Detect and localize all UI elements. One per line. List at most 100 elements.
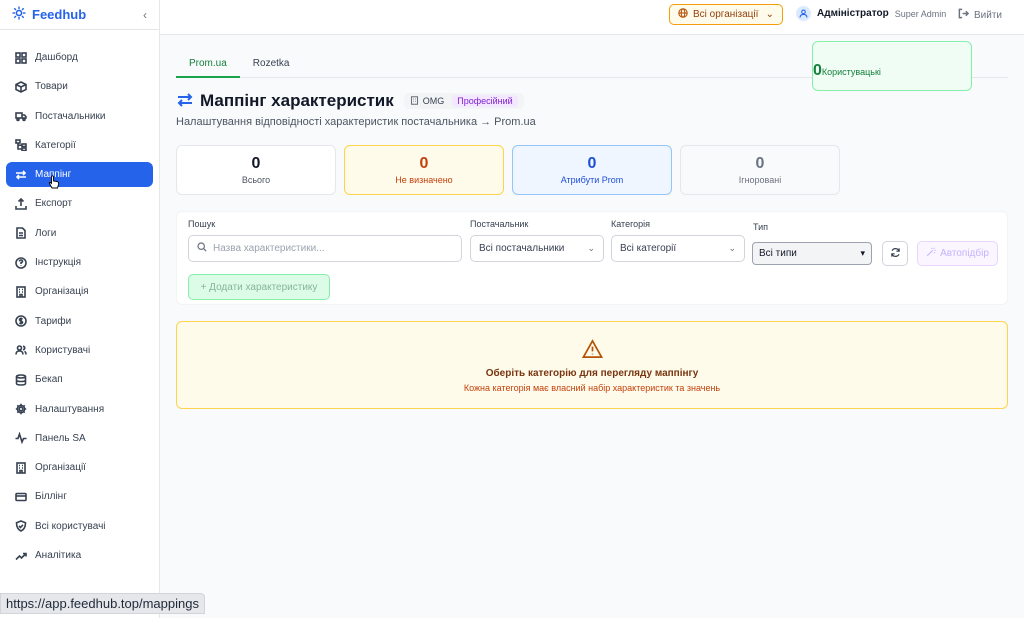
building-icon	[14, 285, 27, 298]
stat-value: 0	[419, 155, 429, 172]
type-select[interactable]: Всі типи ▾	[752, 242, 872, 265]
stat-value: 0	[755, 155, 765, 172]
dollar-circle-icon	[14, 315, 27, 328]
sidebar-item-all-users[interactable]: Всі користувачі	[6, 514, 153, 539]
logout-icon	[958, 8, 974, 22]
page-header: Маппінг характеристик OMG Професійний	[176, 91, 1008, 111]
sidebar-item-products[interactable]: Товари	[6, 74, 153, 99]
help-circle-icon	[14, 256, 27, 269]
page-title: Маппінг характеристик	[200, 91, 394, 110]
supplier-select[interactable]: Всі постачальники ⌄	[470, 235, 604, 262]
sidebar-item-users[interactable]: Користувачі	[6, 338, 153, 363]
sidebar-item-label: Інструкція	[35, 257, 82, 269]
stat-value: 0	[587, 155, 597, 172]
org-badge-name: OMG	[422, 96, 445, 106]
supplier-label: Постачальник	[470, 219, 529, 229]
browser-status-url: https://app.feedhub.top/mappings	[0, 593, 205, 614]
auto-match-label: Автопідбір	[940, 248, 989, 259]
plan-badge: Професійний	[452, 95, 518, 107]
sidebar-item-organizations[interactable]: Організації	[6, 455, 153, 480]
arrows-swap-icon	[176, 91, 194, 112]
sidebar-item-instructions[interactable]: Інструкція	[6, 250, 153, 275]
supplier-select-value: Всі постачальники	[479, 243, 565, 254]
sidebar-nav: Дашборд Товари Постачальники Категорії М…	[0, 30, 159, 568]
search-input[interactable]	[213, 243, 433, 254]
stat-card-total: 0 Всього	[176, 145, 336, 195]
category-select-value: Всі категорії	[620, 243, 677, 254]
select-category-notice: Оберіть категорію для перегляду маппінгу…	[176, 321, 1008, 409]
sidebar-item-label: Аналітика	[35, 550, 82, 562]
sidebar-item-mapping[interactable]: Маппінг	[6, 162, 153, 188]
sidebar-item-settings[interactable]: Налаштування	[6, 397, 153, 422]
collapse-sidebar-chevron-icon[interactable]: ‹	[143, 8, 147, 22]
category-tree-icon	[14, 139, 27, 152]
organization-select-value: Всі організації	[693, 9, 759, 20]
upload-icon	[14, 197, 27, 210]
notice-subtitle: Кожна категорія має власний набір характ…	[463, 383, 721, 393]
magic-wand-icon	[926, 247, 936, 260]
chevron-down-icon: ⌄	[587, 243, 595, 253]
type-label: Тип	[753, 222, 769, 232]
stat-label: Всього	[241, 175, 271, 185]
sidebar-item-label: Постачальники	[35, 110, 106, 122]
stat-value: 0	[251, 155, 261, 172]
sidebar-item-suppliers[interactable]: Постачальники	[6, 104, 153, 129]
sidebar-item-label: Біллінг	[35, 491, 67, 503]
sidebar-item-label: Організації	[35, 462, 86, 474]
refresh-icon	[890, 247, 901, 261]
page-subtitle: Налаштування відповідності характеристик…	[176, 116, 536, 128]
topbar: Всі організації ⌄ Адміністратор Super Ad…	[160, 0, 1024, 35]
category-select[interactable]: Всі категорії ⌄	[611, 235, 745, 262]
stat-label: Атрибути Prom	[560, 175, 624, 185]
sidebar-item-analytics[interactable]: Аналітика	[6, 543, 153, 568]
brand: Feedhub ‹	[0, 0, 159, 30]
warning-triangle-icon	[581, 339, 603, 363]
grid-icon	[14, 51, 27, 64]
user-menu[interactable]: Адміністратор Super Admin	[796, 6, 946, 21]
organization-select[interactable]: Всі організації ⌄	[669, 4, 783, 25]
sidebar-item-label: Логи	[35, 227, 57, 239]
sidebar-item-label: Організація	[35, 286, 89, 298]
arrows-swap-icon	[14, 168, 27, 181]
stat-label: Користувацькі	[821, 66, 881, 77]
sidebar-item-backup[interactable]: Бекап	[6, 367, 153, 392]
sidebar: Feedhub ‹ Дашборд Товари Постачальники К…	[0, 0, 160, 618]
building-icon	[410, 95, 419, 107]
search-field[interactable]	[188, 235, 462, 262]
credit-card-icon	[14, 490, 27, 503]
sidebar-item-categories[interactable]: Категорії	[6, 133, 153, 158]
search-icon	[197, 242, 207, 255]
sidebar-item-label: Експорт	[35, 198, 73, 210]
tab-rozetka[interactable]: Rozetka	[240, 55, 303, 78]
stat-card-custom[interactable]: 0 Користувацькі	[812, 41, 972, 91]
sidebar-item-dashboard[interactable]: Дашборд	[6, 45, 153, 70]
sidebar-item-organization[interactable]: Організація	[6, 279, 153, 304]
logout-button[interactable]: Вийти	[958, 8, 1002, 22]
auto-match-button[interactable]: Автопідбір	[917, 241, 998, 266]
user-name: Адміністратор	[817, 8, 889, 19]
sidebar-item-label: Бекап	[35, 374, 63, 386]
sidebar-item-sa-panel[interactable]: Панель SA	[6, 426, 153, 451]
stat-label: Ігноровані	[738, 175, 782, 185]
sidebar-item-logs[interactable]: Логи	[6, 221, 153, 246]
refresh-button[interactable]	[882, 241, 908, 266]
stat-card-ignored[interactable]: 0 Ігноровані	[680, 145, 840, 195]
sidebar-item-billing[interactable]: Біллінг	[6, 484, 153, 509]
sidebar-item-tariffs[interactable]: Тарифи	[6, 309, 153, 334]
add-characteristic-button[interactable]: + Додати характеристику	[188, 274, 330, 300]
truck-icon	[14, 110, 27, 123]
building-icon	[14, 461, 27, 474]
main-content: Prom.ua Rozetka Маппінг характеристик OM…	[176, 35, 1008, 409]
chevron-down-icon: ⌄	[728, 243, 736, 253]
sidebar-item-export[interactable]: Експорт	[6, 191, 153, 216]
stat-card-undefined[interactable]: 0 Не визначено	[344, 145, 504, 195]
chevron-down-icon: ⌄	[765, 9, 774, 20]
stat-card-prom-attributes[interactable]: 0 Атрибути Prom	[512, 145, 672, 195]
trending-up-icon	[14, 549, 27, 562]
shield-check-icon	[14, 520, 27, 533]
globe-icon	[678, 8, 688, 21]
gear-icon	[14, 403, 27, 416]
tab-prom[interactable]: Prom.ua	[176, 55, 240, 78]
chevron-down-icon: ▾	[860, 248, 865, 258]
notice-title: Оберіть категорію для перегляду маппінгу	[485, 368, 699, 379]
